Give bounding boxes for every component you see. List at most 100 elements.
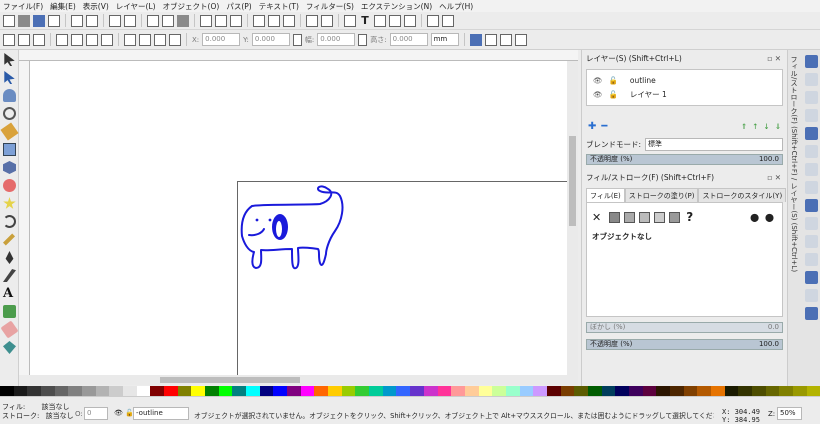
linear-gradient-icon[interactable]	[624, 211, 636, 223]
text-tool-icon[interactable]: A	[3, 287, 16, 300]
document-properties-icon[interactable]	[442, 14, 454, 27]
close-icon[interactable]: ▫ ✕	[767, 54, 781, 63]
palette-swatch[interactable]	[533, 386, 547, 396]
snap-cusp-icon[interactable]	[805, 181, 818, 194]
snap-bbox-edge-icon[interactable]	[805, 91, 818, 104]
snap-path-icon[interactable]	[805, 145, 818, 158]
snap-bbox-icon[interactable]	[805, 73, 818, 86]
flip-vertical-icon[interactable]	[101, 33, 113, 46]
palette-swatch[interactable]	[615, 386, 629, 396]
palette-swatch[interactable]	[505, 386, 520, 396]
palette-swatch[interactable]	[82, 386, 96, 396]
snap-grid-icon[interactable]	[805, 271, 818, 284]
snap-text-icon[interactable]	[805, 307, 818, 320]
raise-layer-icon[interactable]: ↑	[752, 122, 758, 131]
3d-box-tool-icon[interactable]	[3, 161, 16, 174]
zoom-drawing-icon[interactable]	[215, 14, 227, 27]
h-field[interactable]: 0.000	[389, 33, 428, 46]
unset-paint-icon[interactable]: ?	[686, 210, 693, 224]
import-icon[interactable]	[71, 14, 83, 27]
add-layer-icon[interactable]: ✚	[588, 121, 596, 132]
ellipse-tool-icon[interactable]	[3, 179, 16, 192]
layer-select[interactable]: -outline	[133, 407, 189, 420]
lock-ratio-icon[interactable]	[292, 33, 302, 46]
spiral-tool-icon[interactable]	[3, 215, 16, 228]
zoom-page-icon[interactable]	[230, 14, 242, 27]
lock-icon[interactable]: 🔓	[609, 76, 618, 85]
palette-swatch[interactable]	[410, 386, 424, 396]
w-field[interactable]: 0.000	[317, 33, 356, 46]
palette-swatch[interactable]	[191, 386, 206, 396]
layer-name[interactable]: outline	[630, 76, 656, 85]
palette-swatch[interactable]	[546, 386, 561, 396]
menu-item[interactable]: ファイル(F)	[3, 1, 43, 12]
cut-icon[interactable]	[162, 14, 174, 27]
color-palette[interactable]	[0, 386, 820, 396]
layer-name[interactable]: レイヤー 1	[630, 89, 667, 100]
palette-swatch[interactable]	[656, 386, 670, 396]
print-icon[interactable]	[48, 14, 60, 27]
palette-swatch[interactable]	[54, 386, 69, 396]
zoom-tool-icon[interactable]	[3, 107, 16, 120]
palette-swatch[interactable]	[751, 386, 766, 396]
pencil-tool-icon[interactable]	[2, 233, 16, 246]
palette-swatch[interactable]	[382, 386, 397, 396]
palette-swatch[interactable]	[587, 386, 602, 396]
palette-swatch[interactable]	[519, 386, 534, 396]
fill-rule-evenodd-icon[interactable]: ⬤	[750, 213, 759, 222]
menu-item[interactable]: 表示(V)	[83, 1, 109, 12]
palette-swatch[interactable]	[396, 386, 411, 396]
palette-swatch[interactable]	[13, 386, 28, 396]
palette-swatch[interactable]	[628, 386, 643, 396]
flat-color-icon[interactable]	[609, 211, 621, 223]
palette-swatch[interactable]	[765, 386, 780, 396]
palette-swatch[interactable]	[341, 386, 356, 396]
text-font-icon[interactable]: T	[359, 14, 371, 27]
lower-layer-icon[interactable]: ↓	[763, 122, 769, 131]
palette-swatch[interactable]	[218, 386, 233, 396]
x-field[interactable]: 0.000	[202, 33, 241, 46]
palette-swatch[interactable]	[574, 386, 588, 396]
visibility-icon[interactable]: 👁	[114, 409, 123, 417]
scale-stroke-icon[interactable]	[469, 33, 482, 46]
snap-intersection-icon[interactable]	[805, 163, 818, 176]
rectangle-tool-icon[interactable]	[3, 143, 16, 156]
fill-opacity-slider[interactable]: 不透明度 (%) 100.0	[586, 339, 783, 350]
palette-swatch[interactable]	[738, 386, 752, 396]
palette-swatch[interactable]	[710, 386, 725, 396]
layer-row[interactable]: 👁 🔓 outline	[587, 73, 782, 87]
paint-bucket-tool-icon[interactable]	[3, 341, 16, 354]
snap-midpoint-icon[interactable]	[805, 199, 818, 212]
palette-swatch[interactable]	[177, 386, 192, 396]
align-distribute-icon[interactable]	[404, 14, 416, 27]
palette-swatch[interactable]	[232, 386, 247, 396]
deselect-icon[interactable]	[33, 33, 45, 46]
palette-swatch[interactable]	[355, 386, 370, 396]
open-icon[interactable]	[18, 14, 30, 27]
snap-guide-icon[interactable]	[805, 289, 818, 302]
palette-swatch[interactable]	[68, 386, 83, 396]
blend-select[interactable]: 標準	[645, 138, 783, 151]
fill-stroke-icon[interactable]	[344, 14, 356, 27]
palette-swatch[interactable]	[205, 386, 219, 396]
calligraphy-tool-icon[interactable]	[3, 269, 16, 282]
lower-icon[interactable]	[154, 33, 166, 46]
lower-to-bottom-icon[interactable]: ⇓	[775, 122, 781, 131]
select-all-layers-icon[interactable]	[18, 33, 30, 46]
remove-layer-icon[interactable]: ━	[601, 121, 607, 132]
palette-swatch[interactable]	[642, 386, 657, 396]
transform-pattern-icon[interactable]	[514, 33, 527, 46]
palette-swatch[interactable]	[437, 386, 452, 396]
palette-swatch[interactable]	[724, 386, 739, 396]
palette-swatch[interactable]	[369, 386, 383, 396]
export-icon[interactable]	[86, 14, 98, 27]
menu-item[interactable]: ヘルプ(H)	[439, 1, 473, 12]
rotate-cw-icon[interactable]	[71, 33, 83, 46]
tab-stroke-style[interactable]: ストロークのスタイル(Y)	[698, 188, 787, 202]
spray-tool-icon[interactable]	[3, 305, 16, 318]
rotate-ccw-icon[interactable]	[56, 33, 68, 46]
menu-item[interactable]: エクステンション(N)	[361, 1, 432, 12]
palette-swatch[interactable]	[423, 386, 438, 396]
snap-nodes-icon[interactable]	[805, 127, 818, 140]
layer-opacity-slider[interactable]: 不透明度 (%) 100.0	[586, 154, 783, 165]
